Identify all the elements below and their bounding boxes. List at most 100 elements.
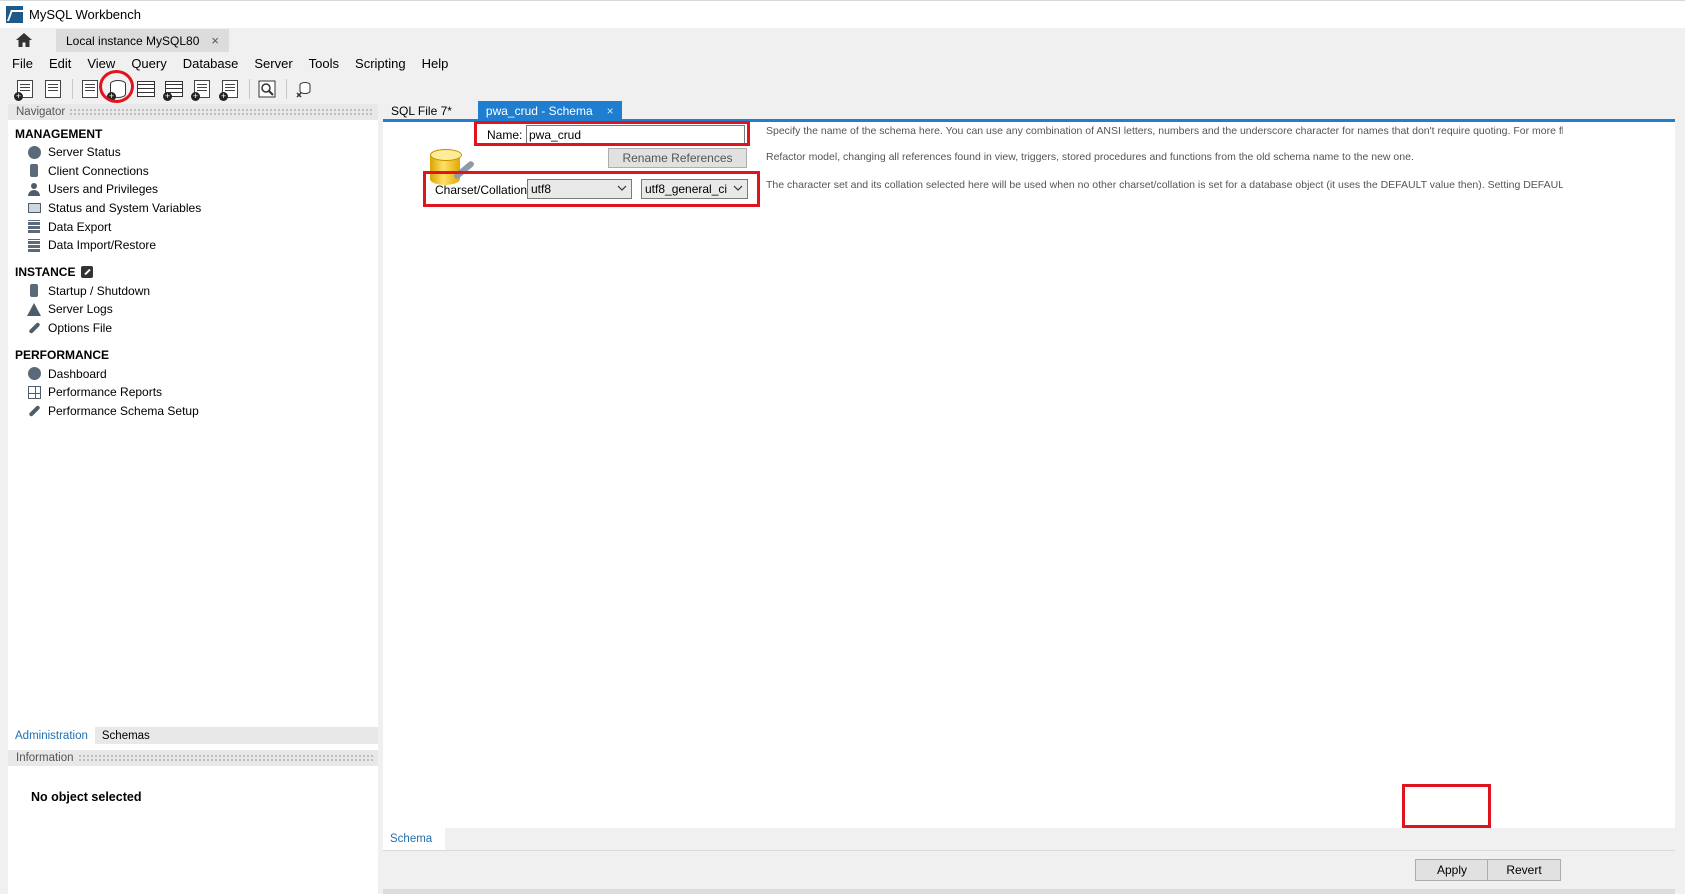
title-bar: MySQL Workbench bbox=[0, 0, 1685, 28]
menu-bar: File Edit View Query Database Server Too… bbox=[0, 52, 1685, 74]
status-strip bbox=[383, 889, 1675, 894]
menu-file[interactable]: File bbox=[4, 56, 41, 71]
section-instance: INSTANCE bbox=[8, 263, 378, 282]
rename-help-text: Refactor model, changing all references … bbox=[766, 151, 1414, 163]
reconnect-button[interactable] bbox=[291, 77, 317, 101]
editor-tab-bar: SQL File 7* pwa_crud - Schema × bbox=[383, 100, 1675, 120]
export-icon bbox=[27, 220, 41, 234]
nav-item-server-status[interactable]: Server Status bbox=[8, 143, 378, 162]
revert-button[interactable]: Revert bbox=[1487, 859, 1561, 881]
search-table-data-button[interactable] bbox=[254, 77, 280, 101]
nav-item-label: Performance Reports bbox=[48, 385, 163, 400]
user-icon bbox=[27, 182, 41, 196]
nav-item-options-file[interactable]: Options File bbox=[8, 319, 378, 338]
nav-item-label: Client Connections bbox=[48, 163, 149, 178]
monitor-icon bbox=[27, 201, 41, 215]
menu-tools[interactable]: Tools bbox=[301, 56, 347, 71]
nav-item-label: Status and System Variables bbox=[48, 201, 202, 216]
nav-item-status-and-system-variables[interactable]: Status and System Variables bbox=[8, 199, 378, 218]
nav-item-label: Performance Schema Setup bbox=[48, 403, 199, 418]
action-bar: Apply Revert bbox=[383, 850, 1675, 894]
tab-schemas[interactable]: Schemas bbox=[95, 727, 157, 744]
home-icon bbox=[16, 33, 32, 47]
nav-item-label: Dashboard bbox=[48, 366, 107, 381]
nav-item-dashboard[interactable]: Dashboard bbox=[8, 364, 378, 383]
create-view-button[interactable]: + bbox=[161, 77, 187, 101]
info-icon bbox=[82, 80, 98, 98]
information-panel: Information No object selected bbox=[8, 750, 378, 894]
window-title: MySQL Workbench bbox=[29, 7, 141, 22]
create-stored-procedure-button[interactable]: + bbox=[189, 77, 215, 101]
close-tab-icon[interactable]: × bbox=[607, 104, 614, 118]
nav-item-performance-reports[interactable]: Performance Reports bbox=[8, 383, 378, 402]
home-button[interactable] bbox=[0, 28, 48, 52]
tab-administration[interactable]: Administration bbox=[8, 727, 95, 744]
section-instance-label: INSTANCE bbox=[15, 265, 76, 280]
create-schema-highlight bbox=[99, 70, 134, 103]
editor-bottom-tabs: Schema bbox=[383, 828, 1675, 850]
table-icon bbox=[137, 81, 155, 97]
connection-tab-bar: Local instance MySQL80 × bbox=[0, 28, 1685, 52]
schema-editor bbox=[383, 122, 1675, 828]
menu-query[interactable]: Query bbox=[123, 56, 174, 71]
information-title: Information bbox=[16, 752, 74, 764]
connection-tab-label: Local instance MySQL80 bbox=[66, 33, 200, 48]
plus-icon: + bbox=[163, 91, 172, 101]
nav-item-data-import-restore[interactable]: Data Import/Restore bbox=[8, 236, 378, 255]
nav-item-label: Options File bbox=[48, 321, 113, 336]
nav-item-startup-shutdown[interactable]: Startup / Shutdown bbox=[8, 282, 378, 301]
create-table-button[interactable] bbox=[133, 77, 159, 101]
reports-icon bbox=[27, 385, 41, 399]
plus-icon: + bbox=[14, 91, 23, 101]
reconnect-icon bbox=[296, 82, 311, 98]
menu-database[interactable]: Database bbox=[175, 56, 247, 71]
navigator-header: Navigator bbox=[8, 104, 378, 120]
plus-icon: + bbox=[219, 91, 228, 101]
client-connections-icon bbox=[27, 164, 41, 178]
tab-schema[interactable]: Schema bbox=[383, 828, 445, 850]
tab-pwa-crud-schema[interactable]: pwa_crud - Schema × bbox=[477, 101, 622, 120]
nav-item-label: Data Import/Restore bbox=[48, 238, 157, 253]
menu-edit[interactable]: Edit bbox=[41, 56, 79, 71]
dashboard-icon bbox=[27, 367, 41, 381]
toolbar-separator bbox=[72, 79, 73, 99]
section-performance: PERFORMANCE bbox=[15, 347, 110, 362]
new-sql-tab-button[interactable]: + bbox=[12, 77, 38, 101]
navigator-title: Navigator bbox=[16, 106, 66, 118]
tab-sql-file-7[interactable]: SQL File 7* bbox=[383, 101, 460, 120]
nav-item-users-and-privileges[interactable]: Users and Privileges bbox=[8, 180, 378, 199]
menu-scripting[interactable]: Scripting bbox=[347, 56, 414, 71]
nav-item-client-connections[interactable]: Client Connections bbox=[8, 162, 378, 181]
name-highlight-box bbox=[474, 121, 750, 146]
toolbar-separator bbox=[249, 79, 250, 99]
nav-item-label: Server Status bbox=[48, 145, 121, 160]
nav-item-label: Server Logs bbox=[48, 302, 113, 317]
charset-help-text: The character set and its collation sele… bbox=[766, 179, 1563, 191]
no-object-message: No object selected bbox=[31, 790, 142, 804]
rename-references-button[interactable]: Rename References bbox=[608, 148, 747, 168]
open-sql-script-button[interactable] bbox=[40, 77, 66, 101]
name-help-text: Specify the name of the schema here. You… bbox=[766, 125, 1563, 137]
nav-item-server-logs[interactable]: Server Logs bbox=[8, 300, 378, 319]
nav-item-label: Startup / Shutdown bbox=[48, 283, 151, 298]
apply-button[interactable]: Apply bbox=[1415, 859, 1489, 881]
nav-item-data-export[interactable]: Data Export bbox=[8, 217, 378, 236]
close-connection-tab-icon[interactable]: × bbox=[211, 33, 219, 48]
navigator-panel: Navigator MANAGEMENT Server Status Clien… bbox=[8, 104, 378, 726]
menu-server[interactable]: Server bbox=[246, 56, 300, 71]
right-gutter bbox=[1675, 104, 1685, 894]
create-function-button[interactable]: + bbox=[217, 77, 243, 101]
menu-help[interactable]: Help bbox=[414, 56, 457, 71]
server-status-icon bbox=[27, 145, 41, 159]
header-grip bbox=[77, 754, 374, 762]
charset-highlight-box bbox=[423, 171, 760, 207]
menu-view[interactable]: View bbox=[79, 56, 123, 71]
tab-label: pwa_crud - Schema bbox=[485, 103, 593, 118]
nav-item-label: Data Export bbox=[48, 219, 112, 234]
information-header: Information bbox=[8, 750, 378, 766]
left-gutter bbox=[0, 104, 8, 894]
wrench-icon bbox=[27, 321, 41, 335]
nav-item-performance-schema-setup[interactable]: Performance Schema Setup bbox=[8, 402, 378, 421]
connection-tab-local-instance[interactable]: Local instance MySQL80 × bbox=[56, 29, 229, 52]
mysql-workbench-logo-icon bbox=[6, 6, 23, 23]
